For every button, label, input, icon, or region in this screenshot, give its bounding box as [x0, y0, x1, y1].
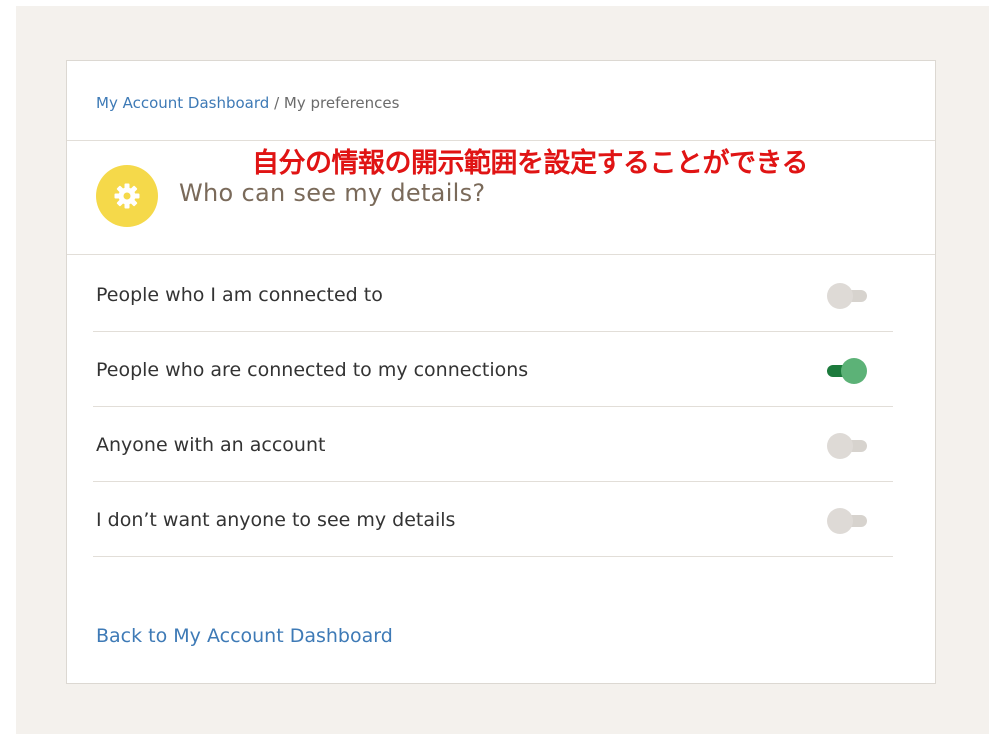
toggle-anyone[interactable]: [827, 433, 867, 459]
toggle-connections-of-connections[interactable]: [827, 358, 867, 384]
toggle-knob: [841, 358, 867, 384]
gear-icon: [96, 165, 158, 227]
option-row-anyone: Anyone with an account: [93, 407, 893, 482]
breadcrumb-dashboard-link[interactable]: My Account Dashboard: [96, 94, 269, 112]
toggle-knob: [827, 283, 853, 309]
back-to-dashboard-link[interactable]: Back to My Account Dashboard: [96, 625, 393, 647]
header-divider: [67, 254, 935, 255]
breadcrumb-separator: /: [269, 94, 284, 112]
annotation-text: 自分の情報の開示範囲を設定することができる: [252, 148, 808, 179]
section-title: Who can see my details?: [179, 179, 486, 207]
toggle-connected[interactable]: [827, 283, 867, 309]
option-label: Anyone with an account: [96, 434, 326, 456]
option-row-connected: People who I am connected to: [93, 257, 893, 332]
option-label: I don’t want anyone to see my details: [96, 509, 456, 531]
option-label: People who I am connected to: [96, 284, 383, 306]
option-row-connections-of-connections: People who are connected to my connectio…: [93, 332, 893, 407]
option-label: People who are connected to my connectio…: [96, 359, 529, 381]
option-row-nobody: I don’t want anyone to see my details: [93, 482, 893, 557]
gear-icon-glyph: [114, 183, 140, 209]
toggle-nobody[interactable]: [827, 508, 867, 534]
page-background: My Account Dashboard / My preferences 自分…: [16, 6, 989, 734]
toggle-knob: [827, 508, 853, 534]
visibility-options-list: People who I am connected to People who …: [93, 257, 893, 557]
breadcrumb-current: My preferences: [283, 94, 400, 112]
toggle-knob: [827, 433, 853, 459]
breadcrumb: My Account Dashboard / My preferences: [96, 94, 399, 112]
preferences-card: My Account Dashboard / My preferences 自分…: [66, 60, 936, 684]
